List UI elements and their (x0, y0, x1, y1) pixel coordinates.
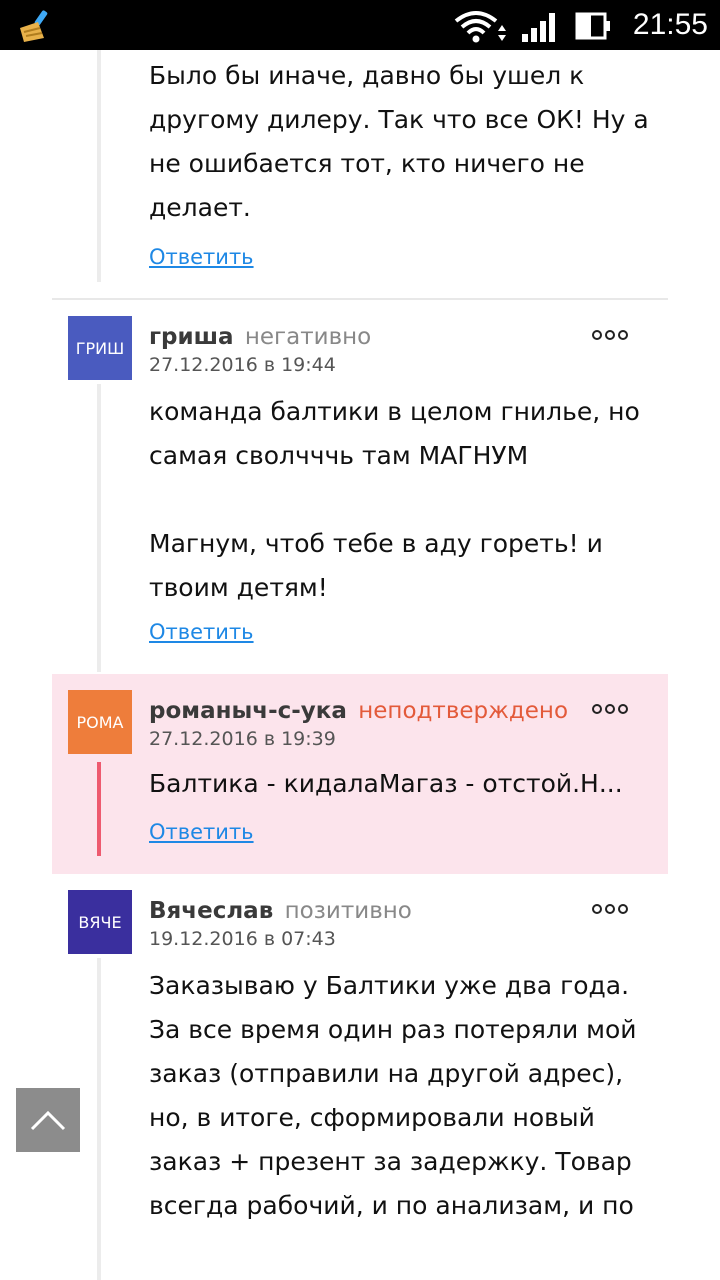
sentiment-label: неподтверждено (358, 698, 569, 724)
author-name[interactable]: романыч-с-ука (149, 698, 347, 724)
author-row: Вячеслав позитивно (149, 894, 412, 928)
comment-card: Было бы иначе, давно бы ушел к другому д… (52, 50, 668, 290)
more-options-icon[interactable] (592, 702, 628, 716)
wifi-icon (454, 11, 506, 43)
signal-icon (522, 13, 555, 42)
sentiment-label: негативно (244, 324, 372, 350)
thread-line (97, 384, 101, 672)
comment-text: Заказываю у Балтики уже два года. За все… (149, 971, 637, 1220)
comments-page[interactable]: Было бы иначе, давно бы ушел к другому д… (0, 50, 720, 1280)
comment-card: ГРИШ гриша негативно 27.12.2016 в 19:44 … (52, 300, 668, 672)
reply-link[interactable]: Ответить (149, 620, 254, 644)
more-options-icon[interactable] (592, 902, 628, 916)
scroll-to-top-button[interactable] (16, 1088, 80, 1152)
comment-date: 27.12.2016 в 19:44 (149, 354, 336, 376)
avatar: ГРИШ (68, 316, 132, 380)
sentiment-label: позитивно (284, 898, 412, 924)
author-row: гриша негативно (149, 320, 371, 354)
chevron-up-icon (30, 1110, 66, 1131)
thread-line (97, 762, 101, 856)
author-name[interactable]: Вячеслав (149, 898, 273, 924)
comment-text: Магнум, чтоб тебе в аду гореть! и твоим … (149, 529, 603, 602)
reply-link[interactable]: Ответить (149, 245, 254, 269)
avatar: РОМА (68, 690, 132, 754)
comment-text: команда балтики в целом гнилье, но самая… (149, 397, 640, 470)
more-options-icon[interactable] (592, 328, 628, 342)
thread-line (97, 50, 101, 282)
comment-text[interactable]: Балтика - кидалаМагаз - отстой.Н... (149, 762, 654, 806)
status-bar: 21:55 (0, 0, 720, 50)
comment-date: 27.12.2016 в 19:39 (149, 728, 336, 750)
battery-icon (575, 12, 610, 40)
thread-line (97, 958, 101, 1280)
comment-date: 19.12.2016 в 07:43 (149, 928, 336, 950)
author-row: романыч-с-ука неподтверждено (149, 694, 568, 728)
comment-card: ВЯЧЕ Вячеслав позитивно 19.12.2016 в 07:… (52, 874, 668, 1280)
comment-card-unconfirmed: РОМА романыч-с-ука неподтверждено 27.12.… (52, 674, 668, 874)
comment-text: Было бы иначе, давно бы ушел к другому д… (149, 61, 649, 222)
avatar: ВЯЧЕ (68, 890, 132, 954)
broom-icon (20, 10, 48, 42)
clock: 21:55 (632, 8, 708, 41)
reply-link[interactable]: Ответить (149, 820, 254, 844)
author-name[interactable]: гриша (149, 324, 234, 350)
